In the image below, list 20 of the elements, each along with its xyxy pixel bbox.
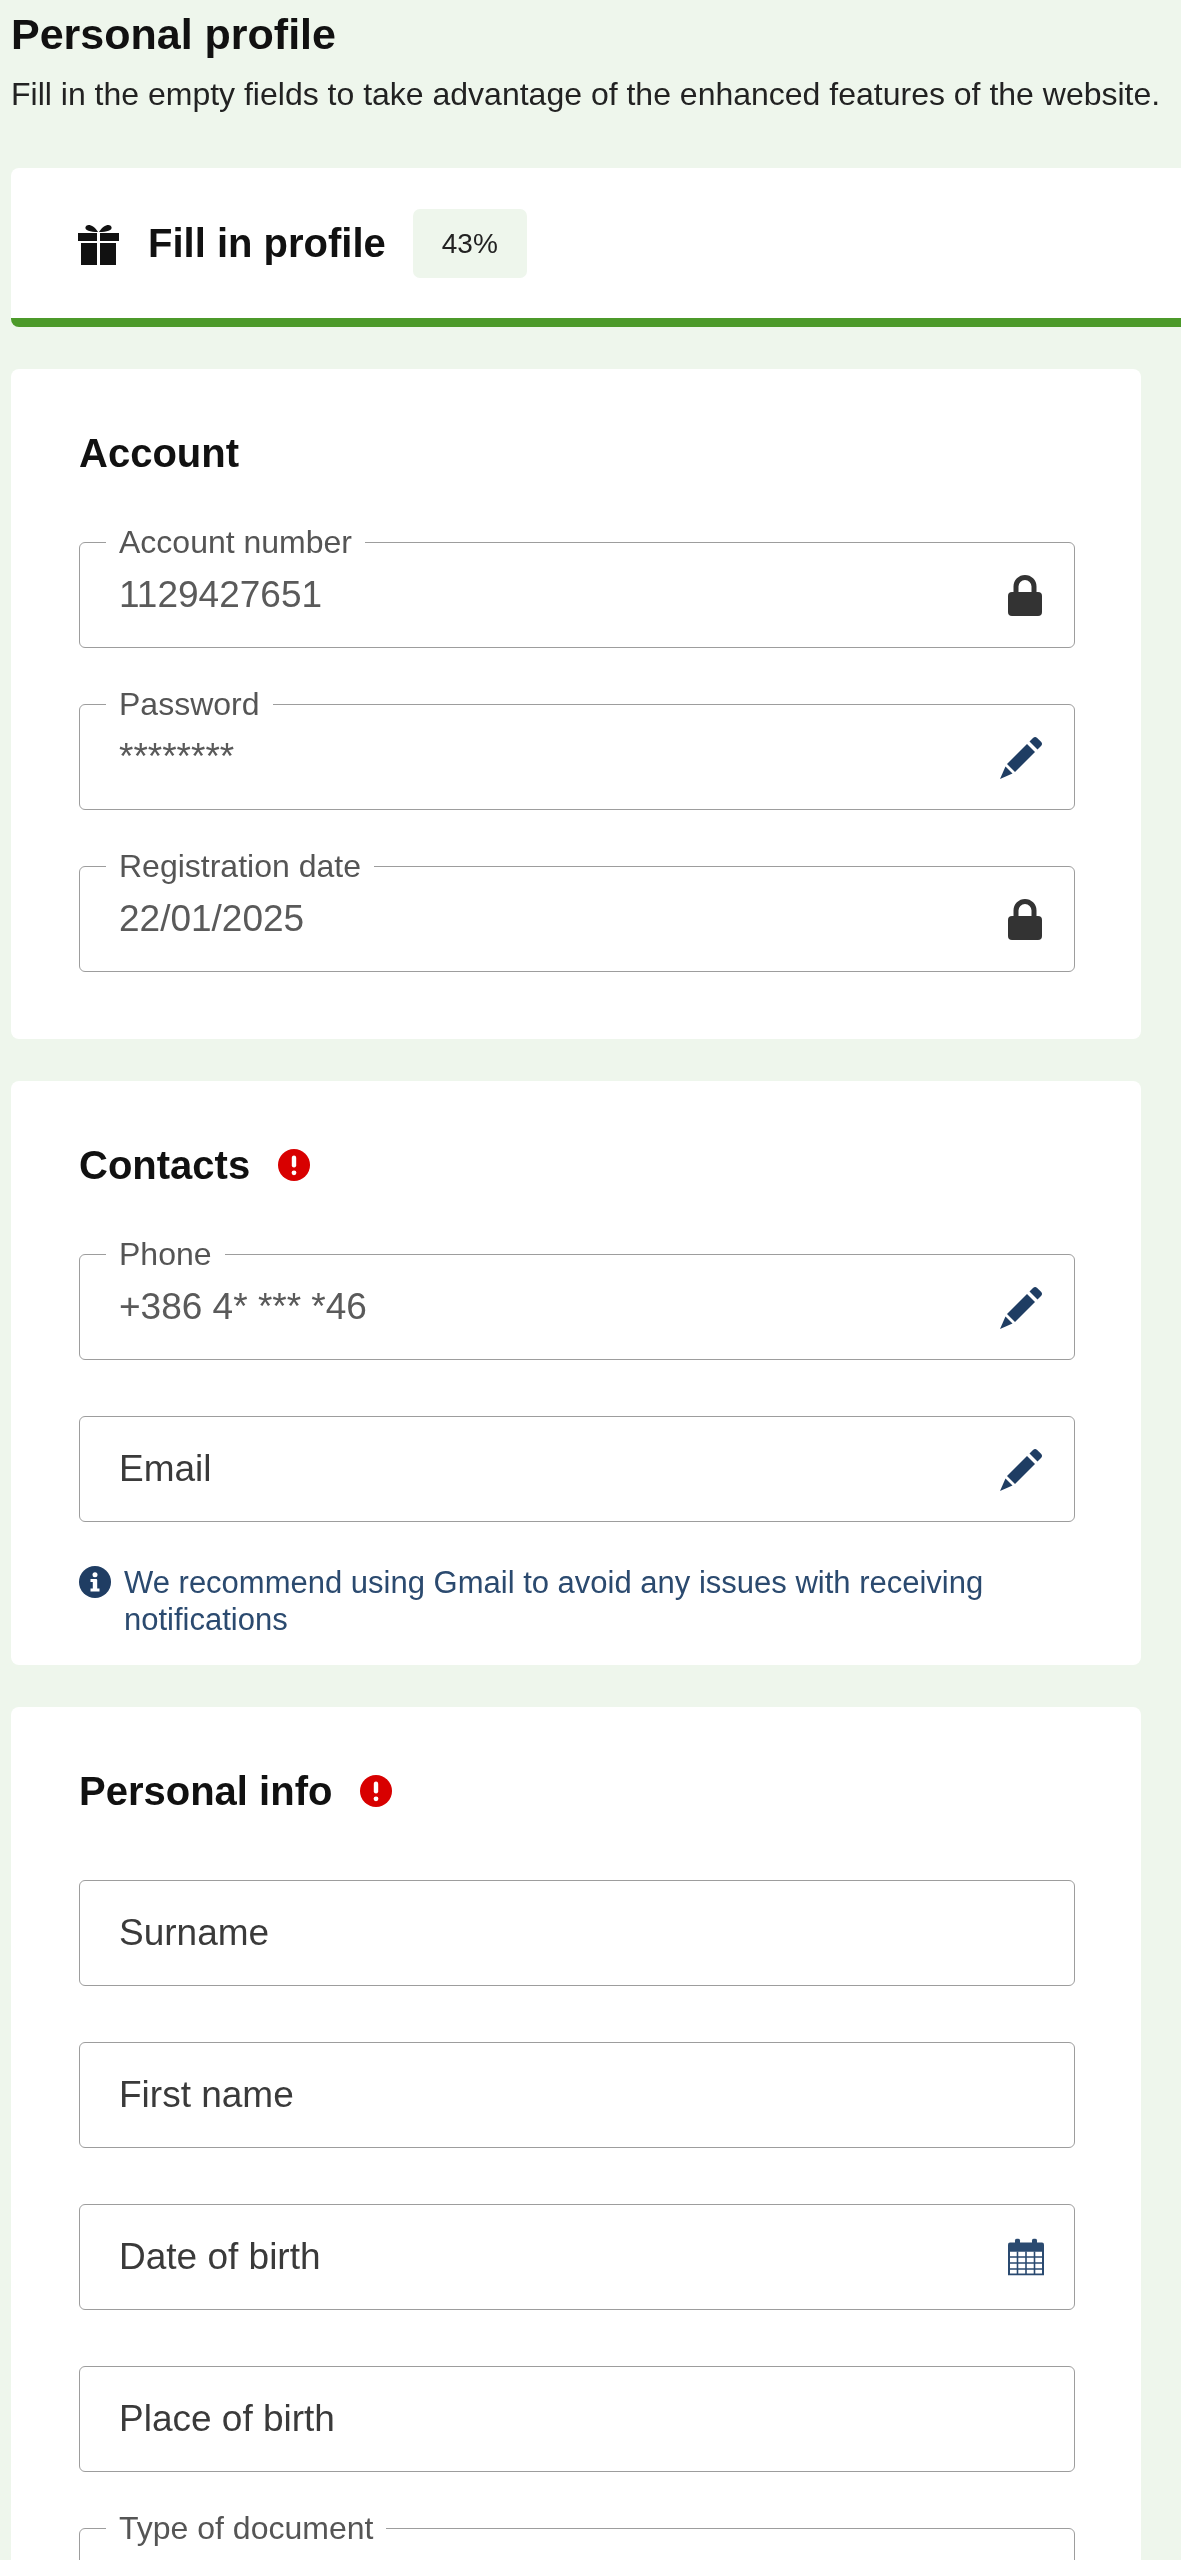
input-field[interactable]: Surname	[79, 1880, 1075, 1986]
info-icon	[79, 1566, 111, 1598]
section-heading: Account	[79, 430, 239, 477]
pencil-icon[interactable]	[1000, 735, 1044, 779]
pencil-icon[interactable]	[1000, 1285, 1044, 1329]
page-title: Personal profile	[11, 9, 337, 60]
input-field[interactable]: Date of birth	[79, 2204, 1075, 2310]
hint-text: We recommend using Gmail to avoid any issues with receiving notifications	[124, 1564, 985, 1638]
progress-title: Fill in profile	[148, 220, 386, 267]
pencil-icon[interactable]	[1000, 1447, 1044, 1491]
lock-icon	[1006, 898, 1044, 940]
input-field[interactable]: First name	[79, 2042, 1075, 2148]
section-heading: Contacts	[79, 1142, 251, 1189]
page-subtitle: Fill in the empty fields to take advantage of the enhanced features of the website.	[11, 75, 1162, 113]
percent-badge: 43%	[412, 208, 527, 278]
input-field[interactable]: Place of birth	[79, 2366, 1075, 2472]
section-heading: Personal info	[79, 1768, 333, 1815]
lock-icon	[1006, 574, 1044, 616]
input-field[interactable]: Email	[79, 1416, 1075, 1522]
calendar-icon[interactable]	[1008, 2238, 1044, 2276]
